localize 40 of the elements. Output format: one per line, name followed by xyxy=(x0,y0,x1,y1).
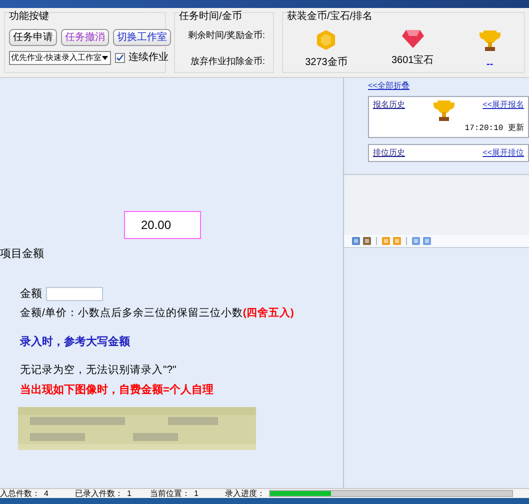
trophy-icon xyxy=(432,99,456,123)
status-label: 已录入件数： xyxy=(75,490,123,498)
reward-count: 3273金币 xyxy=(305,56,348,70)
expand-link[interactable]: <<展开排位 xyxy=(482,147,524,159)
checkbox-label: 连续作业 xyxy=(128,50,169,65)
status-value: 4 xyxy=(44,490,48,498)
status-label: 当前位置： xyxy=(150,490,190,498)
toolbar-button[interactable]: 任务申请 xyxy=(9,29,57,46)
card-title[interactable]: 报名历史 xyxy=(373,99,405,111)
caret-icon xyxy=(102,56,108,60)
trophy-icon xyxy=(478,29,502,53)
gem-icon xyxy=(400,29,425,49)
toolbar-button[interactable]: 切换工作室 xyxy=(113,29,171,46)
status-value: 1 xyxy=(194,490,198,498)
section-title: 项目金额 xyxy=(0,248,45,262)
amount-label: 金额 xyxy=(20,286,42,302)
warning-note: 当出现如下图像时，自费金额=个人自理 xyxy=(20,382,214,398)
reward-count: 3601宝石 xyxy=(391,54,434,68)
mode-dropdown[interactable]: 优先作业-快速录入工作室 xyxy=(9,50,111,64)
collapse-link[interactable]: <<全部折叠 xyxy=(368,82,529,90)
update-time: 17:20:10 更新 xyxy=(464,123,524,135)
group-title: 获装金币/宝石/排名 xyxy=(287,12,373,22)
status-label: 录入进度： xyxy=(225,490,265,498)
reference-note: 录入时，参考大写金额 xyxy=(20,334,131,350)
continuous-checkbox[interactable] xyxy=(114,52,125,62)
rounding-hint: 金额/单价：小数点后多余三位的保留三位小数(四舍五入) xyxy=(20,306,295,322)
amount-preview: 20.00 xyxy=(124,211,201,239)
empty-note: 无记录为空，无法识别请录入"?" xyxy=(20,362,178,378)
reward-count: -- xyxy=(486,58,494,72)
coin-icon xyxy=(315,29,338,51)
field-label: 放弃作业扣除金币: xyxy=(190,54,265,68)
card-title[interactable]: 排位历史 xyxy=(373,147,405,159)
amount-input[interactable] xyxy=(46,287,103,301)
group-title: 任务时间/金币 xyxy=(179,12,242,22)
status-value: 1 xyxy=(127,490,132,498)
group-title: 功能按键 xyxy=(9,12,49,22)
status-label: 入总件数： xyxy=(0,490,40,498)
field-label: 剩余时间/奖励金币: xyxy=(188,29,265,42)
toolbar-button[interactable]: 任务撤消 xyxy=(61,29,109,46)
expand-link[interactable]: <<展开报名 xyxy=(482,99,524,111)
